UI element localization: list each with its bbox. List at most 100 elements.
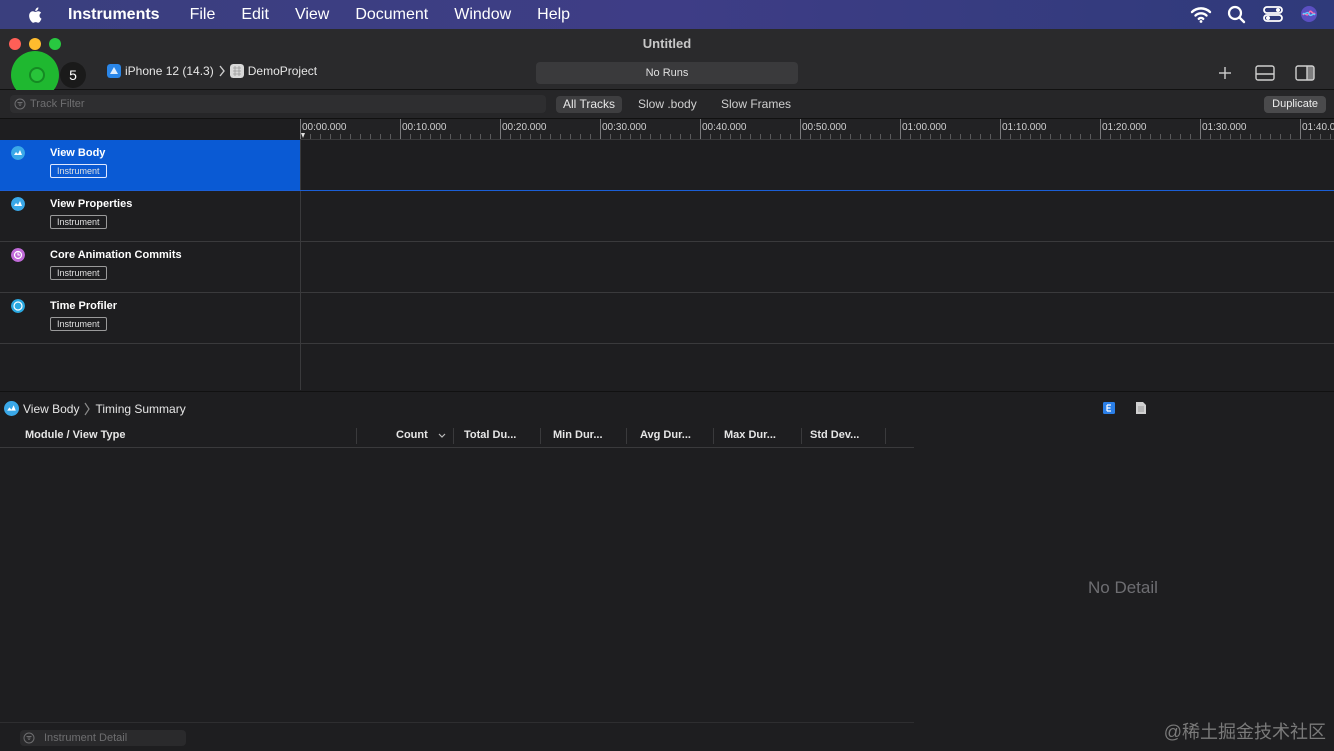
- track-type-tag: Instrument: [50, 215, 107, 229]
- track-core-animation-commits[interactable]: Core Animation Commits Instrument: [0, 242, 1334, 293]
- runs-status[interactable]: No Runs: [536, 62, 798, 84]
- project-app-icon: [229, 64, 244, 78]
- wifi-icon[interactable]: [1190, 4, 1212, 24]
- search-icon[interactable]: [1226, 4, 1248, 24]
- target-app-name: DemoProject: [247, 64, 318, 78]
- document-icon[interactable]: [1134, 401, 1148, 415]
- filter-icon: [23, 732, 35, 744]
- tick-label: 00:40.000: [702, 122, 747, 133]
- instrument-detail-filter-input[interactable]: Instrument Detail: [20, 730, 186, 746]
- track-name: Core Animation Commits: [50, 249, 182, 261]
- tick-label: 00:10.000: [402, 122, 447, 133]
- tick-label: 00:30.000: [602, 122, 647, 133]
- column-separator: [801, 428, 802, 444]
- apple-logo-icon[interactable]: [26, 5, 46, 25]
- column-count[interactable]: Count: [396, 429, 428, 441]
- segment-all-tracks[interactable]: All Tracks: [556, 96, 623, 113]
- column-separator: [626, 428, 627, 444]
- menu-window[interactable]: Window: [454, 6, 511, 24]
- device-name: iPhone 12 (14.3): [125, 64, 214, 78]
- track-empty-area: [0, 343, 1334, 390]
- swiftui-instrument-icon: [4, 401, 19, 416]
- instrument-detail-placeholder: Instrument Detail: [44, 732, 128, 744]
- siri-icon[interactable]: [1298, 4, 1320, 24]
- swiftui-instrument-icon: [11, 197, 25, 211]
- segment-slow-body[interactable]: Slow .body: [631, 96, 704, 113]
- breadcrumb-instrument[interactable]: View Body: [23, 402, 79, 416]
- menu-file[interactable]: File: [190, 6, 216, 24]
- swiftui-instrument-icon: [11, 146, 25, 160]
- tick-label: 01:10.000: [1002, 122, 1047, 133]
- track-view-body[interactable]: View Body Instrument: [0, 140, 1334, 191]
- column-separator: [453, 428, 454, 444]
- track-type-tag: Instrument: [50, 164, 107, 178]
- chevron-down-icon: [438, 433, 446, 438]
- track-header[interactable]: View Properties Instrument: [0, 191, 301, 241]
- track-name: View Body: [50, 147, 106, 159]
- track-filter-input[interactable]: Track Filter: [10, 95, 546, 113]
- run-count-badge: 5: [60, 62, 86, 88]
- chevron-right-icon: [219, 65, 225, 77]
- breadcrumb-view[interactable]: Timing Summary: [95, 402, 185, 416]
- menu-document[interactable]: Document: [355, 6, 428, 24]
- timeline-ruler[interactable]: 00:00.000 00:10.000 00:20.000 00:30.000 …: [300, 119, 1334, 140]
- watermark-text: @稀土掘金技术社区: [1163, 722, 1326, 742]
- tick-label: 00:00.000: [302, 122, 347, 133]
- column-module-view-type[interactable]: Module / View Type: [25, 429, 125, 441]
- column-max-duration[interactable]: Max Dur...: [724, 429, 776, 441]
- divider: [0, 722, 914, 723]
- detail-breadcrumb[interactable]: View Body Timing Summary: [4, 401, 186, 416]
- track-filter-placeholder: Track Filter: [30, 98, 85, 110]
- column-separator: [540, 428, 541, 444]
- track-type-tag: Instrument: [50, 317, 107, 331]
- column-separator: [356, 428, 357, 444]
- column-avg-duration[interactable]: Avg Dur...: [640, 429, 691, 441]
- core-animation-instrument-icon: [11, 248, 25, 262]
- record-icon: [29, 67, 45, 83]
- tick-label: 01:30.000: [1202, 122, 1247, 133]
- tick-label: 01:20.000: [1102, 122, 1147, 133]
- control-center-icon[interactable]: [1262, 4, 1284, 24]
- column-std-dev[interactable]: Std Dev...: [810, 429, 859, 441]
- tick-label: 00:20.000: [502, 122, 547, 133]
- menu-bar: Instruments File Edit View Document Wind…: [0, 0, 1334, 29]
- detail-area: View Body Timing Summary Module / View T…: [0, 391, 1334, 751]
- segment-slow-frames[interactable]: Slow Frames: [714, 96, 798, 113]
- tick-label: 01:00.000: [902, 122, 947, 133]
- column-min-duration[interactable]: Min Dur...: [553, 429, 603, 441]
- device-app-icon: [107, 64, 121, 78]
- window-toolbar: Untitled 5 iPhone 12 (14.3) DemoProject …: [0, 29, 1334, 99]
- chevron-right-icon: [84, 402, 91, 415]
- track-name: View Properties: [50, 198, 133, 210]
- column-separator: [885, 428, 886, 444]
- filter-icon: [14, 98, 26, 110]
- window-title: Untitled: [642, 36, 692, 51]
- tick-label: 01:40.0: [1302, 122, 1334, 133]
- duplicate-button[interactable]: Duplicate: [1264, 96, 1326, 113]
- track-time-profiler[interactable]: Time Profiler Instrument: [0, 293, 1334, 344]
- menu-help[interactable]: Help: [537, 6, 570, 24]
- column-separator: [713, 428, 714, 444]
- track-header[interactable]: View Body Instrument: [0, 140, 301, 190]
- extended-detail-icon[interactable]: [1102, 401, 1116, 415]
- track-view-properties[interactable]: View Properties Instrument: [0, 191, 1334, 242]
- menu-view[interactable]: View: [295, 6, 329, 24]
- track-name: Time Profiler: [50, 300, 118, 312]
- track-header[interactable]: Time Profiler Instrument: [0, 293, 301, 343]
- menu-edit[interactable]: Edit: [241, 6, 269, 24]
- menu-app-name[interactable]: Instruments: [68, 6, 160, 24]
- no-detail-label: No Detail: [1088, 578, 1158, 597]
- tick-label: 00:50.000: [802, 122, 847, 133]
- track-empty-side: [0, 343, 301, 390]
- track-type-tag: Instrument: [50, 266, 107, 280]
- target-selector[interactable]: iPhone 12 (14.3) DemoProject: [107, 64, 317, 78]
- add-instrument-icon[interactable]: [1214, 64, 1236, 82]
- toggle-bottom-pane-icon[interactable]: [1254, 64, 1276, 82]
- toggle-right-pane-icon[interactable]: [1294, 64, 1316, 82]
- table-header: Module / View Type Count Total Du... Min…: [0, 425, 914, 448]
- time-profiler-instrument-icon: [11, 299, 25, 313]
- track-header[interactable]: Core Animation Commits Instrument: [0, 242, 301, 292]
- column-total-duration[interactable]: Total Du...: [464, 429, 516, 441]
- playhead-marker: [301, 133, 305, 138]
- filter-bar: Track Filter All Tracks Slow .body Slow …: [0, 90, 1334, 119]
